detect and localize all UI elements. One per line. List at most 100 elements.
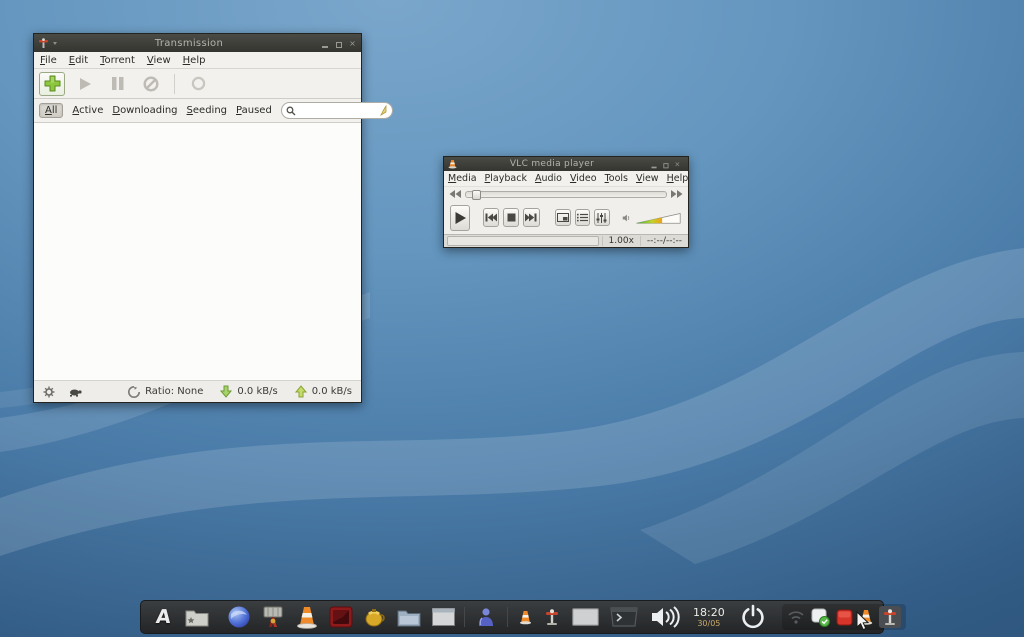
equalizer-button[interactable] (594, 209, 610, 226)
torrent-options-button[interactable] (185, 72, 211, 96)
taskbar-separator (464, 607, 465, 627)
terminal-icon (609, 606, 639, 628)
vlc-window-title: VLC media player (457, 159, 647, 169)
seek-slider[interactable] (465, 191, 667, 198)
vlc-cone-icon (448, 159, 457, 169)
filter-active-button[interactable]: Active (72, 105, 103, 116)
menu-torrent[interactable]: Torrent (94, 54, 141, 67)
menu-view[interactable]: View (632, 173, 663, 184)
mouse-cursor (856, 611, 870, 631)
menu-playback[interactable]: Playback (481, 173, 531, 184)
fullscreen-button[interactable] (555, 209, 571, 226)
window-icon (432, 608, 455, 626)
download-arrow-icon (220, 385, 232, 398)
stop-button[interactable] (503, 208, 519, 227)
clear-search-broom-icon[interactable] (378, 105, 388, 116)
maximize-icon[interactable] (662, 160, 670, 168)
playlist-button[interactable] (575, 209, 591, 226)
filter-seeding-button[interactable]: Seeding (187, 105, 227, 116)
playlist-icon (577, 213, 588, 222)
transmission-titlebar[interactable]: Transmission × (34, 34, 361, 52)
play-button[interactable] (450, 205, 470, 231)
transmission-toolbar (34, 69, 361, 99)
filter-paused-button[interactable]: Paused (236, 105, 272, 116)
filter-all-button[interactable]: All (39, 103, 63, 118)
taskbar-window-vlc[interactable] (516, 604, 534, 630)
clock[interactable]: 18:20 30/05 (693, 607, 725, 628)
menu-edit[interactable]: Edit (63, 54, 94, 67)
taskbar-window-transmission[interactable] (542, 604, 562, 630)
options-circle-icon (191, 76, 206, 91)
pause-torrent-button[interactable] (105, 72, 131, 96)
terminal-launcher[interactable] (608, 604, 640, 630)
taskbar-separator (507, 607, 508, 627)
maximize-icon[interactable] (334, 39, 343, 48)
search-input[interactable] (299, 105, 375, 116)
seek-slider-handle[interactable] (472, 190, 481, 200)
power-button[interactable] (736, 604, 770, 630)
recorder-tray-icon[interactable] (836, 609, 853, 626)
ratio-label[interactable]: Ratio: None (145, 386, 203, 397)
messenger-launcher[interactable] (473, 604, 499, 630)
next-button[interactable] (523, 208, 539, 227)
transmission-window: Transmission × File Edit Torrent View He… (33, 33, 362, 403)
taskbar-window-generic[interactable] (570, 604, 600, 630)
archbang-menu-button[interactable]: A (150, 604, 176, 630)
updates-tray-icon[interactable] (811, 608, 830, 627)
clock-time: 18:20 (693, 607, 725, 618)
menu-video[interactable]: Video (566, 173, 601, 184)
close-icon[interactable]: × (348, 39, 357, 48)
speaker-icon (650, 605, 680, 629)
volume-control[interactable] (648, 604, 682, 630)
filter-downloading-button[interactable]: Downloading (112, 105, 177, 116)
video-tool-launcher[interactable] (260, 604, 286, 630)
volume-wedge-slider[interactable] (635, 209, 682, 227)
menu-view[interactable]: View (141, 54, 177, 67)
skip-back-icon[interactable] (449, 190, 461, 198)
vlc-menubar: Media Playback Audio Video Tools View He… (444, 171, 688, 186)
start-torrent-button[interactable] (72, 72, 98, 96)
transmission-icon (882, 609, 898, 626)
ratio-mode-icon[interactable] (128, 386, 140, 398)
vlc-window: VLC media player × Media Playback Audio … (443, 156, 689, 248)
vlc-controls-row (444, 201, 688, 234)
file-manager-launcher[interactable] (184, 604, 210, 630)
playback-speed[interactable]: 1.00x (602, 236, 640, 246)
turtle-speed-limit-icon[interactable] (68, 387, 83, 397)
upload-arrow-icon (295, 385, 307, 398)
wine-launcher[interactable] (362, 604, 388, 630)
close-icon[interactable]: × (674, 160, 682, 168)
transmission-filterbar: All Active Downloading Seeding Paused (34, 99, 361, 123)
web-browser-launcher[interactable] (226, 604, 252, 630)
network-tray-icon[interactable] (787, 610, 805, 624)
play-icon (454, 211, 467, 225)
vlc-titlebar[interactable]: VLC media player × (444, 157, 688, 171)
transmission-tray-icon[interactable] (879, 606, 901, 628)
settings-gear-icon[interactable] (43, 386, 55, 398)
folder-icon (185, 608, 209, 627)
menu-help[interactable]: Help (663, 173, 693, 184)
media-title-field (447, 236, 599, 246)
remove-torrent-button[interactable] (138, 72, 164, 96)
skip-forward-icon[interactable] (671, 190, 683, 198)
taskbar: A (140, 600, 884, 634)
vlc-launcher[interactable] (294, 604, 320, 630)
add-torrent-button[interactable] (39, 72, 65, 96)
time-display[interactable]: --:--/--:-- (640, 236, 688, 246)
menu-media[interactable]: Media (444, 173, 481, 184)
file-drawer-launcher[interactable] (396, 604, 422, 630)
equalizer-icon (596, 213, 607, 223)
pause-icon (111, 76, 125, 91)
menu-tools[interactable]: Tools (601, 173, 632, 184)
speaker-icon[interactable] (622, 212, 631, 224)
minimize-icon[interactable] (650, 160, 658, 168)
previous-button[interactable] (483, 208, 499, 227)
next-icon (525, 213, 537, 222)
minimize-icon[interactable] (320, 39, 329, 48)
menu-file[interactable]: File (34, 54, 63, 67)
menu-help[interactable]: Help (177, 54, 212, 67)
torrent-list-empty[interactable] (34, 123, 361, 380)
window-app-launcher[interactable] (430, 604, 456, 630)
menu-audio[interactable]: Audio (531, 173, 566, 184)
movie-player-launcher[interactable] (328, 604, 354, 630)
